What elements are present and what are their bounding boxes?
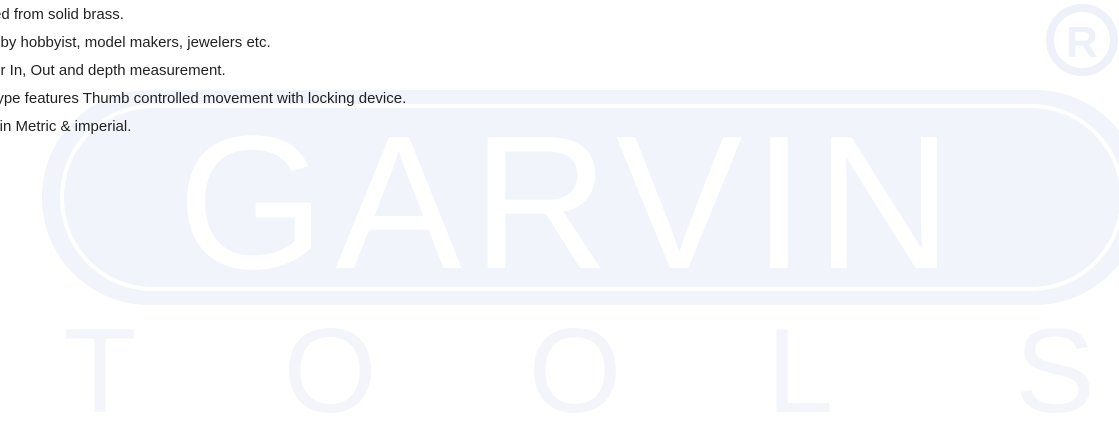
registered-mark-icon: R — [1066, 18, 1098, 67]
watermark-tools-letter: L — [767, 304, 834, 421]
watermark-tools-letter: O — [283, 304, 376, 421]
feature-item: red from solid brass. — [0, 6, 124, 23]
watermark-tools-letter: S — [1015, 304, 1095, 421]
watermark-tools-letter: O — [528, 304, 621, 421]
watermark-tools-letter: T — [63, 304, 136, 421]
watermark-tools-row: TOOLS — [63, 304, 1095, 421]
feature-item: for In, Out and depth measurement. — [0, 62, 226, 79]
feature-list: red from solid brass. d by hobbyist, mod… — [0, 0, 406, 140]
feature-item: s in Metric & imperial. — [0, 118, 132, 135]
feature-item: d by hobbyist, model makers, jewelers et… — [0, 34, 271, 51]
feature-item: Type features Thumb controlled movement … — [0, 90, 407, 107]
